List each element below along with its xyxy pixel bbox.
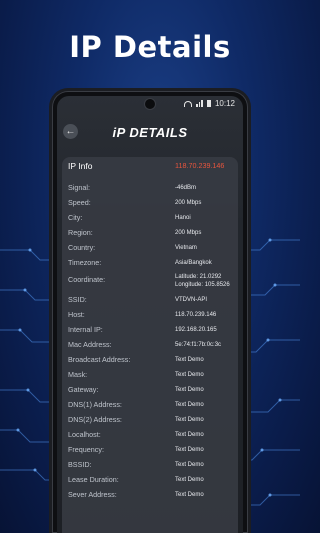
ip-info-value: 118.70.239.146 (175, 161, 225, 170)
info-label: Internal IP: (68, 325, 103, 334)
info-value: Hanoi (175, 215, 191, 221)
info-label: Coordinate: (68, 275, 106, 284)
info-label: Localhost: (68, 430, 101, 439)
info-value: Text Demo (175, 492, 204, 498)
ip-info-card: IP Info 118.70.239.146 Signal: -46dBm Spee… (62, 157, 238, 533)
info-label: Country: (68, 243, 96, 252)
headline: IP Details (69, 30, 231, 64)
signal-icon (196, 100, 203, 107)
status-icons: 10:12 (184, 99, 235, 108)
phone-screen: 10:12 ← iP DETAILS IP Info 118.70.239.14… (57, 96, 243, 533)
page-title: iP DETAILS (112, 125, 188, 140)
info-value: 118.70.239.146 (175, 312, 217, 318)
info-label: Sever Address: (68, 490, 117, 499)
info-value: Text Demo (175, 417, 204, 423)
info-value: Latitude: 21.0292 (175, 274, 222, 280)
info-label: Host: (68, 310, 85, 319)
info-label: Broadcast Address: (68, 355, 131, 364)
info-label: DNS(1) Address: (68, 400, 122, 409)
info-value: 200 Mbps (175, 200, 202, 206)
info-value: Text Demo (175, 432, 204, 438)
info-value: Text Demo (175, 477, 204, 483)
status-time: 10:12 (214, 99, 235, 108)
info-label: City: (68, 213, 83, 222)
camera-icon (145, 99, 155, 109)
info-value: Text Demo (175, 387, 204, 393)
info-label: Gateway: (68, 385, 99, 394)
info-label: SSID: (68, 295, 87, 304)
info-label: Region: (68, 228, 93, 237)
info-label: Mac Address: (68, 340, 112, 349)
info-value: Text Demo (175, 357, 204, 363)
info-label: BSSID: (68, 460, 92, 469)
info-value: Text Demo (175, 447, 204, 453)
info-label: Lease Duration: (68, 475, 119, 484)
battery-icon (206, 100, 211, 107)
info-label: Timezone: (68, 258, 102, 267)
info-value: Text Demo (175, 372, 204, 378)
info-value: Text Demo (175, 402, 204, 408)
info-value: Text Demo (175, 462, 204, 468)
info-value: 200 Mbps (175, 230, 202, 236)
ip-info-label: IP Info (68, 161, 93, 171)
info-label: Mask: (68, 370, 88, 379)
info-label: Frequency: (68, 445, 104, 454)
info-label: DNS(2) Address: (68, 415, 122, 424)
info-value: 192.168.20.165 (175, 327, 217, 333)
status-bar: 10:12 (57, 96, 243, 112)
info-value-secondary: Longitude: 105.8526 (175, 282, 230, 288)
info-value: Asia/Bangkok (175, 260, 212, 266)
info-label: Speed: (68, 198, 91, 207)
info-value: Vietnam (175, 245, 197, 251)
info-value: VTDVN-API (175, 297, 208, 303)
wifi-icon (184, 100, 193, 107)
info-label: Signal: (68, 183, 90, 192)
info-value: -46dBm (175, 185, 197, 191)
info-value: 5e:74:f1:7b:0c:3c (175, 342, 222, 348)
